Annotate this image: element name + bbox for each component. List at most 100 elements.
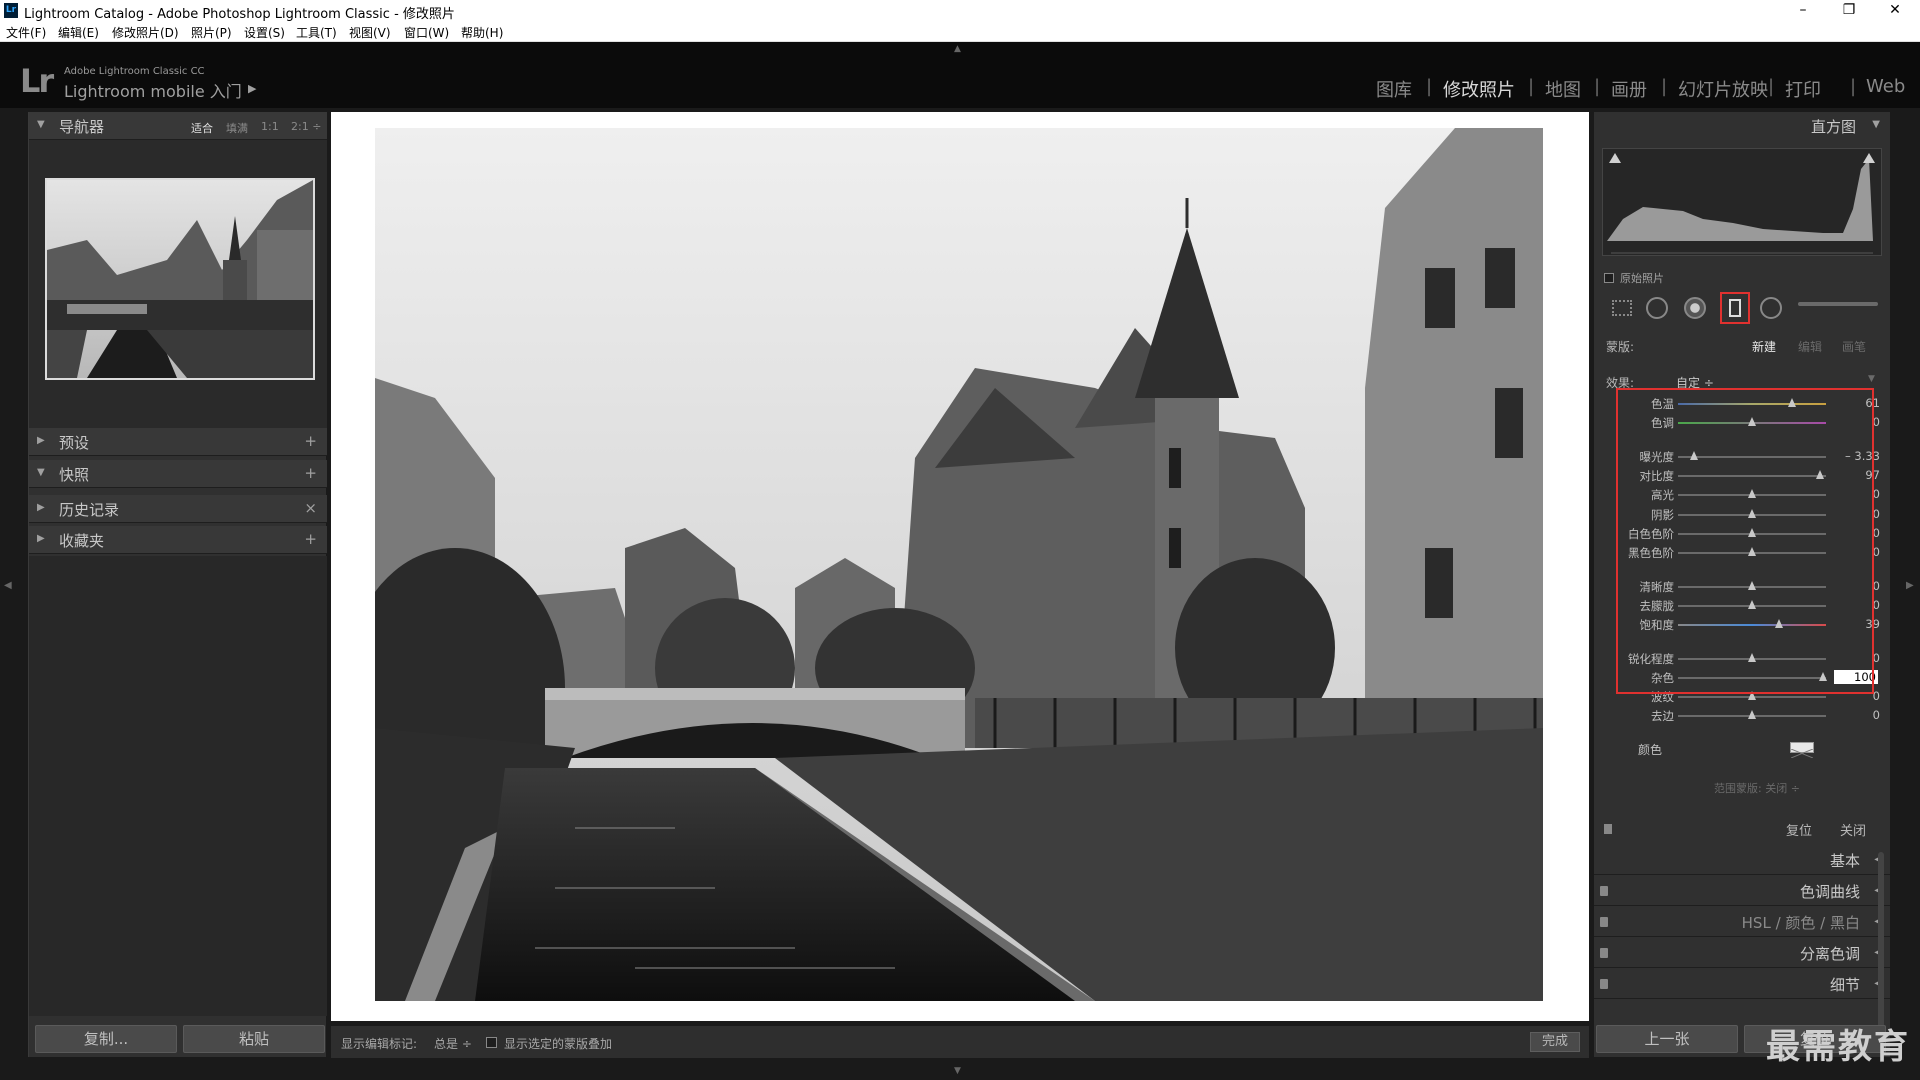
- collapse-triangle-icon[interactable]: ▼: [1872, 119, 1880, 130]
- show-marks-select[interactable]: 总是 ÷: [434, 1035, 472, 1052]
- adjustment-brush-icon[interactable]: [1798, 302, 1878, 306]
- top-panel-toggle-icon[interactable]: ▲: [954, 44, 961, 54]
- navigator-header[interactable]: ▼ 导航器 适合 填满 1:1 2:1 ÷: [29, 112, 327, 140]
- mask-close-button[interactable]: 关闭: [1840, 820, 1866, 839]
- module-map[interactable]: 地图: [1545, 76, 1581, 102]
- menu-tools[interactable]: 工具(T): [296, 24, 337, 41]
- history-header[interactable]: ▶ 历史记录 ×: [29, 495, 327, 523]
- slider-row: 去边 0: [1594, 707, 1890, 725]
- original-photo-checkbox[interactable]: [1604, 273, 1614, 283]
- main-photo[interactable]: [375, 128, 1543, 1001]
- mask-reset-button[interactable]: 复位: [1786, 820, 1812, 839]
- slider-thumb[interactable]: [1748, 710, 1756, 719]
- add-preset-icon[interactable]: +: [304, 432, 317, 450]
- panel-switch-icon[interactable]: [1600, 948, 1608, 958]
- left-panel-empty: [29, 556, 327, 1016]
- module-develop[interactable]: 修改照片: [1443, 76, 1515, 102]
- mask-label: 蒙版:: [1606, 340, 1635, 354]
- watermark-text: 最需教育: [1766, 1027, 1910, 1067]
- navigator-preview[interactable]: [45, 178, 315, 380]
- paste-button[interactable]: 粘贴: [183, 1025, 325, 1053]
- section-split-toning[interactable]: 分离色调 ◀: [1594, 938, 1890, 968]
- section-detail-label: 细节: [1829, 976, 1860, 994]
- collapse-triangle-icon[interactable]: ▼: [37, 119, 45, 130]
- section-tone-curve[interactable]: 色调曲线 ◀: [1594, 876, 1890, 906]
- graduated-filter-icon[interactable]: [1720, 292, 1750, 324]
- show-marks-label: 显示编辑标记:: [341, 1037, 418, 1051]
- section-hsl[interactable]: HSL / 颜色 / 黑白 ◀: [1594, 907, 1890, 937]
- radial-filter-icon[interactable]: [1760, 297, 1782, 319]
- overlay-label: 显示选定的蒙版叠加: [504, 1037, 613, 1051]
- effect-dropdown-icon[interactable]: ▼: [1868, 374, 1875, 384]
- expand-triangle-icon[interactable]: ▶: [37, 533, 45, 544]
- zoom-fill[interactable]: 填满: [226, 120, 248, 136]
- mask-new[interactable]: 新建: [1752, 338, 1776, 355]
- mask-edit[interactable]: 编辑: [1798, 338, 1822, 355]
- bottom-panel-toggle-icon[interactable]: ▼: [954, 1066, 961, 1076]
- copy-button[interactable]: 复制...: [35, 1025, 177, 1053]
- panel-switch-icon[interactable]: [1600, 886, 1608, 896]
- highlight-box: [1616, 388, 1874, 694]
- previous-button[interactable]: 上一张: [1596, 1025, 1738, 1053]
- module-book[interactable]: 画册: [1611, 76, 1647, 102]
- snapshots-title: 快照: [59, 466, 90, 484]
- section-basic-label: 基本: [1829, 852, 1860, 870]
- module-separator: |: [1850, 76, 1857, 97]
- left-panel: ▼ 导航器 适合 填满 1:1 2:1 ÷ ▶ 预设 + ▼ 快照 + ▶ 历史…: [28, 112, 327, 1057]
- close-icon[interactable]: ✕: [1872, 0, 1918, 22]
- mask-brush[interactable]: 画笔: [1842, 338, 1866, 355]
- panel-switch-icon[interactable]: [1600, 917, 1608, 927]
- snapshots-header[interactable]: ▼ 快照 +: [29, 460, 327, 488]
- panel-switch-icon[interactable]: [1600, 979, 1608, 989]
- color-swatch[interactable]: [1790, 742, 1814, 759]
- overlay-checkbox[interactable]: [486, 1037, 497, 1048]
- module-slideshow[interactable]: 幻灯片放映: [1678, 76, 1768, 102]
- zoom-fit[interactable]: 适合: [191, 120, 213, 136]
- range-mask[interactable]: 范围蒙版: 关闭 ÷: [1714, 780, 1800, 796]
- panel-switch-icon[interactable]: [1604, 824, 1612, 834]
- collections-title: 收藏夹: [59, 532, 105, 550]
- expand-triangle-icon[interactable]: ▶: [37, 502, 45, 513]
- collapse-triangle-icon[interactable]: ▼: [37, 467, 45, 478]
- collections-header[interactable]: ▶ 收藏夹 +: [29, 526, 327, 554]
- module-separator: |: [1426, 76, 1433, 97]
- presets-header[interactable]: ▶ 预设 +: [29, 428, 327, 456]
- menu-edit[interactable]: 编辑(E): [58, 24, 99, 41]
- lightroom-mobile-link[interactable]: Lightroom mobile 入门: [64, 78, 242, 102]
- done-button[interactable]: 完成: [1530, 1032, 1580, 1052]
- histogram[interactable]: [1602, 148, 1882, 256]
- expand-triangle-icon[interactable]: ▶: [37, 435, 45, 446]
- menu-view[interactable]: 视图(V): [349, 24, 391, 41]
- module-web[interactable]: Web: [1866, 76, 1905, 97]
- menu-settings[interactable]: 设置(S): [244, 24, 285, 41]
- zoom-1-1[interactable]: 1:1: [261, 120, 279, 133]
- add-collection-icon[interactable]: +: [304, 530, 317, 548]
- right-panel-toggle-icon[interactable]: ▶: [1906, 580, 1914, 591]
- menu-bar: 文件(F) 编辑(E) 修改照片(D) 照片(P) 设置(S) 工具(T) 视图…: [0, 22, 1920, 42]
- slider-value[interactable]: 0: [1873, 708, 1880, 722]
- spot-removal-icon[interactable]: [1646, 297, 1668, 319]
- app-icon: Lr: [4, 3, 18, 18]
- minimize-icon[interactable]: –: [1780, 0, 1826, 22]
- history-title: 历史记录: [59, 501, 120, 519]
- section-detail[interactable]: 细节 ◀: [1594, 969, 1890, 999]
- zoom-2-1[interactable]: 2:1 ÷: [291, 120, 321, 133]
- menu-develop[interactable]: 修改照片(D): [112, 24, 179, 41]
- red-eye-icon[interactable]: [1684, 297, 1706, 319]
- clear-history-icon[interactable]: ×: [304, 499, 317, 517]
- section-hsl-label: HSL / 颜色 / 黑白: [1741, 914, 1860, 932]
- section-basic[interactable]: 基本 ◀: [1594, 845, 1890, 875]
- add-snapshot-icon[interactable]: +: [304, 464, 317, 482]
- module-print[interactable]: 打印: [1785, 76, 1821, 102]
- play-arrow-icon[interactable]: ▶: [248, 82, 256, 95]
- menu-help[interactable]: 帮助(H): [461, 24, 503, 41]
- crop-tool-icon[interactable]: [1612, 300, 1632, 316]
- module-library[interactable]: 图库: [1376, 76, 1412, 102]
- menu-window[interactable]: 窗口(W): [404, 24, 449, 41]
- left-panel-toggle-icon[interactable]: ◀: [4, 580, 12, 591]
- restore-icon[interactable]: ❐: [1826, 0, 1872, 22]
- section-split-toning-label: 分离色调: [1799, 945, 1860, 963]
- menu-photo[interactable]: 照片(P): [191, 24, 232, 41]
- histogram-header[interactable]: 直方图 ▼: [1594, 112, 1890, 140]
- menu-file[interactable]: 文件(F): [6, 24, 46, 41]
